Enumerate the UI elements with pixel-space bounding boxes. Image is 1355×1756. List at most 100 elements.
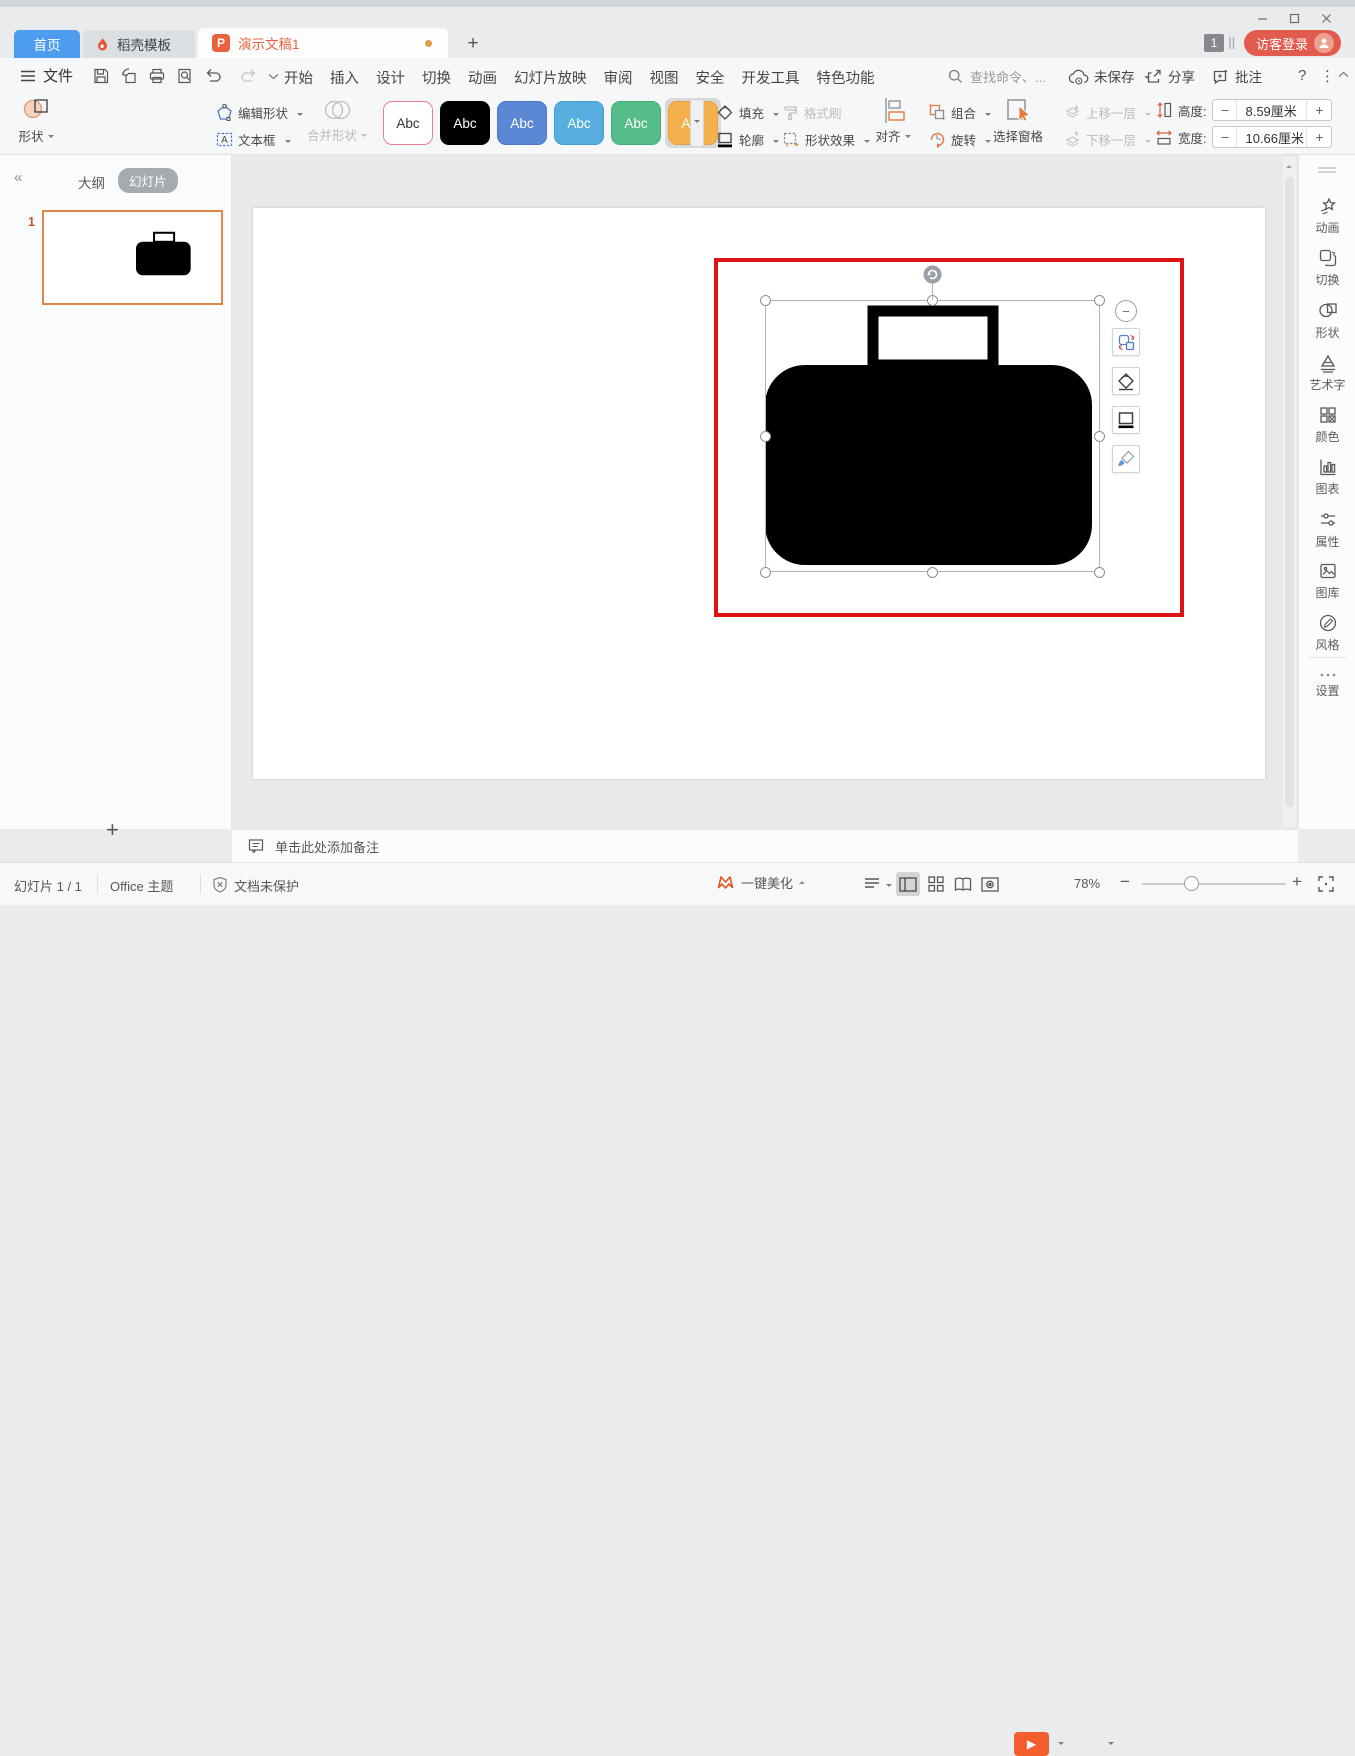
width-input[interactable] [1237, 127, 1307, 147]
menu-animation[interactable]: 动画 [468, 67, 497, 88]
collapse-panel-button[interactable]: « [14, 169, 22, 186]
maximize-button[interactable] [1281, 8, 1307, 28]
width-increase-button[interactable]: + [1307, 127, 1331, 147]
quick-outline-button[interactable] [1112, 406, 1140, 434]
style-swatch-4[interactable]: Abc [551, 98, 607, 148]
text-box-button[interactable]: A 文本框 [216, 127, 291, 151]
menu-security[interactable]: 安全 [696, 67, 725, 88]
menu-special-features[interactable]: 特色功能 [817, 67, 875, 88]
tab-outline[interactable]: 大纲 [78, 172, 105, 192]
add-slide-button[interactable]: + [106, 817, 119, 843]
menu-review[interactable]: 审阅 [604, 67, 633, 88]
rail-drag-handle-icon[interactable] [1317, 166, 1337, 174]
rotate-handle[interactable] [923, 265, 942, 284]
minimize-button[interactable] [1249, 8, 1275, 28]
quick-fill-button[interactable] [1112, 367, 1140, 395]
view-reading-button[interactable] [951, 872, 975, 896]
undo-icon[interactable] [202, 65, 224, 87]
zoom-slider-track[interactable] [1142, 883, 1286, 885]
resize-handle-s[interactable] [927, 567, 938, 578]
fit-to-window-button[interactable] [1318, 876, 1334, 892]
style-swatch-2[interactable]: Abc [437, 98, 493, 148]
help-button[interactable]: ? [1298, 67, 1306, 84]
style-swatch-5[interactable]: Abc [608, 98, 664, 148]
view-presenter-button[interactable] [978, 872, 1002, 896]
find-command[interactable]: 查找命令、... [948, 67, 1046, 86]
zoom-level-caret[interactable] [1108, 1742, 1114, 1748]
rail-item-shapes[interactable]: 形状 [1299, 301, 1355, 341]
guest-login-button[interactable]: 访客登录 [1244, 30, 1341, 56]
view-normal-button[interactable] [896, 872, 920, 896]
group-button[interactable]: 组合 [928, 100, 991, 124]
rail-item-charts[interactable]: 图表 [1299, 457, 1355, 497]
height-increase-button[interactable]: + [1307, 100, 1331, 120]
save-status-button[interactable]: 未保存 [1068, 66, 1150, 86]
collapse-ribbon-icon[interactable] [1338, 71, 1349, 78]
more-menu-button[interactable]: ⋮ [1320, 67, 1335, 85]
menu-design[interactable]: 设计 [376, 67, 405, 88]
resize-handle-e[interactable] [1094, 431, 1105, 442]
protection-status[interactable]: 文档未保护 [234, 876, 299, 895]
style-swatch-3[interactable]: Abc [494, 98, 550, 148]
notes-toggle-button[interactable] [864, 877, 892, 891]
canvas-scrollbar-thumb[interactable] [1285, 177, 1294, 807]
width-decrease-button[interactable]: − [1213, 127, 1237, 147]
rail-item-gallery[interactable]: 图库 [1299, 561, 1355, 601]
tab-slides-active[interactable]: 幻灯片 [118, 168, 178, 193]
menu-slideshow[interactable]: 幻灯片放映 [514, 67, 587, 88]
menu-developer[interactable]: 开发工具 [742, 67, 800, 88]
style-swatch-1[interactable]: Abc [380, 98, 436, 148]
rotate-button[interactable]: 旋转 [928, 127, 991, 151]
edit-shape-button[interactable]: 编辑形状 [216, 100, 303, 124]
slide-thumbnail-1[interactable] [42, 210, 223, 305]
tab-template-store[interactable]: 稻壳模板 [83, 30, 195, 58]
zoom-level[interactable]: 78% [1074, 876, 1100, 891]
height-decrease-button[interactable]: − [1213, 100, 1237, 120]
rail-item-animation[interactable]: 动画 [1299, 196, 1355, 236]
selection-pane-button[interactable]: 选择窗格 [986, 97, 1050, 145]
zoom-out-button[interactable]: − [1120, 872, 1130, 892]
share-button[interactable]: 分享 [1146, 66, 1195, 86]
close-button[interactable] [1313, 8, 1339, 28]
align-button[interactable]: 对齐 [866, 97, 920, 145]
resize-handle-sw[interactable] [760, 567, 771, 578]
menu-transition[interactable]: 切换 [422, 67, 451, 88]
replace-shape-button[interactable] [1112, 328, 1140, 356]
zoom-in-button[interactable]: + [1292, 872, 1302, 892]
rail-item-colors[interactable]: 颜色 [1299, 405, 1355, 445]
quickbar-more-icon[interactable] [262, 65, 284, 87]
export-icon[interactable] [118, 65, 140, 87]
print-icon[interactable] [146, 65, 168, 87]
style-gallery-more-button[interactable] [690, 99, 704, 147]
shape-effects-button[interactable]: 形状效果 [782, 127, 870, 151]
zoom-slider-knob[interactable] [1184, 876, 1199, 891]
resize-handle-ne[interactable] [1094, 295, 1105, 306]
height-input[interactable] [1237, 100, 1307, 120]
rail-item-properties[interactable]: 属性 [1299, 510, 1355, 550]
save-icon[interactable] [90, 65, 112, 87]
canvas-scrollbar[interactable] [1283, 157, 1296, 827]
fill-button[interactable]: 填充 [716, 100, 779, 124]
rail-item-wordart[interactable]: 艺术字 [1299, 353, 1355, 393]
new-tab-button[interactable]: + [460, 31, 486, 57]
rail-item-style[interactable]: 风格 [1299, 613, 1355, 653]
menu-insert[interactable]: 插入 [330, 67, 359, 88]
resize-handle-se[interactable] [1094, 567, 1105, 578]
slide-canvas[interactable]: − 单击此处添加备注 [232, 155, 1298, 829]
resize-handle-w[interactable] [760, 431, 771, 442]
rail-item-transition[interactable]: 切换 [1299, 248, 1355, 288]
view-slide-sorter-button[interactable] [924, 872, 948, 896]
rail-item-settings[interactable]: 设置 [1299, 671, 1355, 699]
menu-start[interactable]: 开始 [284, 67, 313, 88]
play-options-caret[interactable] [1058, 1742, 1064, 1748]
theme-name[interactable]: Office 主题 [110, 876, 173, 895]
play-slideshow-button[interactable]: ▶ [1014, 1732, 1049, 1756]
shapes-button[interactable]: 形状 [10, 97, 62, 145]
tab-home[interactable]: 首页 [14, 30, 80, 58]
menu-view[interactable]: 视图 [650, 67, 679, 88]
resize-handle-nw[interactable] [760, 295, 771, 306]
outline-button[interactable]: 轮廓 [716, 127, 779, 151]
notes-bar[interactable]: 单击此处添加备注 [232, 829, 1298, 862]
tab-current-document[interactable]: P 演示文稿1 [198, 28, 448, 58]
comments-button[interactable]: 批注 [1212, 66, 1262, 86]
